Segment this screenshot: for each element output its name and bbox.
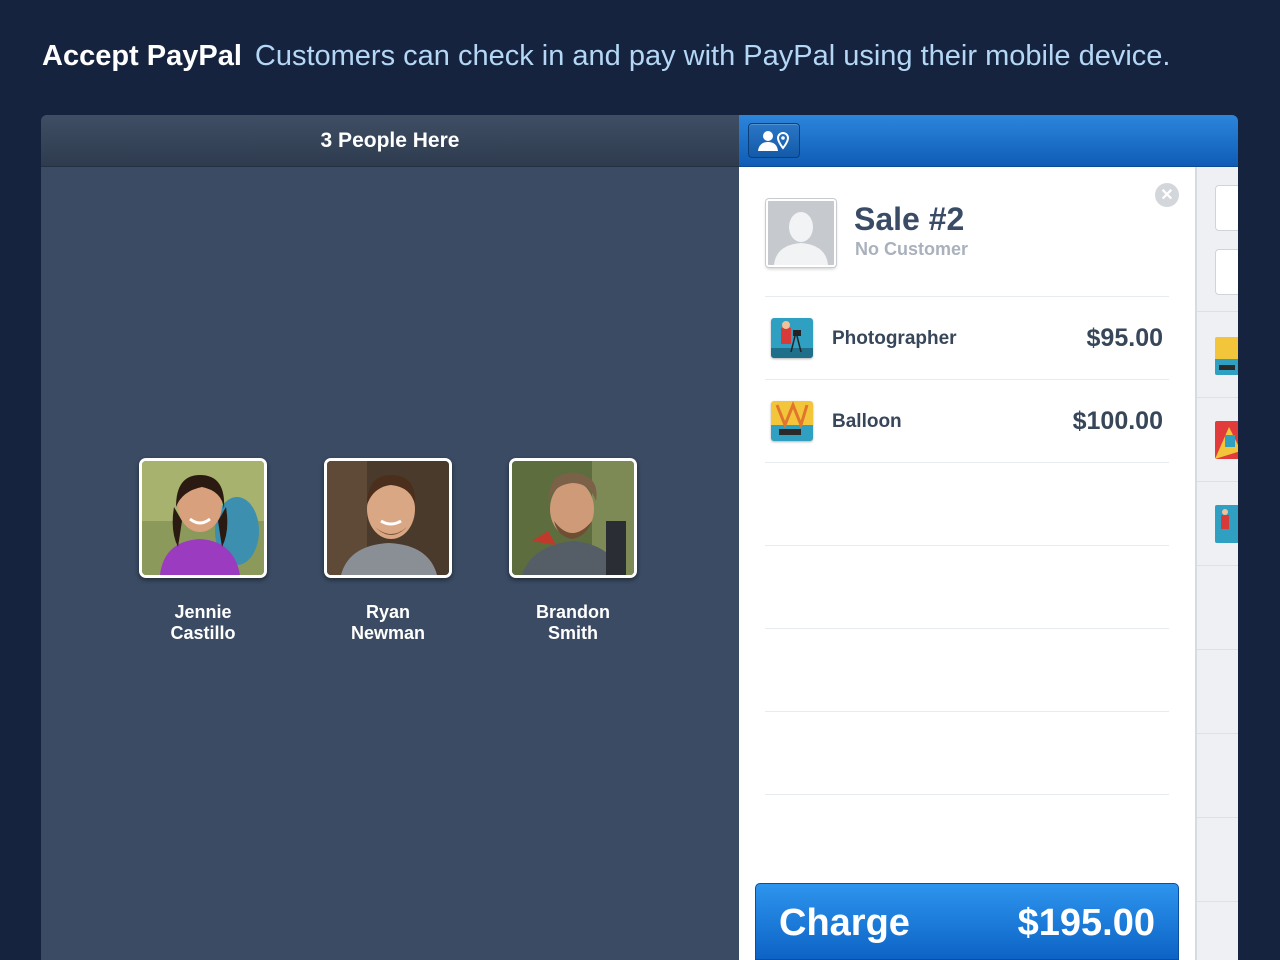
library-item-thumb[interactable] [1215,421,1238,459]
person-card-jennie[interactable]: Jennie Castillo [138,458,268,644]
divider [1197,397,1238,398]
divider [1197,649,1238,650]
photographer-item-icon [771,318,813,358]
headline: Accept PayPal Customers can check in and… [42,36,1170,76]
people-count-header: 3 People Here [41,115,739,167]
sale-line-item[interactable]: Balloon $100.00 [765,379,1169,463]
divider [1197,481,1238,482]
person-card-brandon[interactable]: Brandon Smith [508,458,638,644]
headline-title: Accept PayPal [42,39,242,72]
divider [1197,565,1238,566]
checkin-toggle-button[interactable] [748,123,800,158]
person-photo-image [327,461,449,575]
library-item-thumb[interactable] [1215,337,1238,375]
sale-toolbar [739,115,1238,167]
empty-line-row [765,711,1169,795]
person-photo [509,458,637,578]
item-name: Photographer [832,328,957,349]
item-name: Balloon [832,411,902,432]
divider [1197,817,1238,818]
person-location-icon [758,130,790,151]
category-button[interactable] [1215,185,1238,231]
charge-button[interactable]: Charge $195.00 [755,883,1179,960]
divider [1197,733,1238,734]
empty-line-row [765,462,1169,546]
close-icon[interactable]: ✕ [1155,183,1179,207]
person-name: Brandon Smith [536,602,610,643]
library-item-thumb[interactable] [1215,505,1238,543]
empty-line-row [765,545,1169,629]
person-photo [139,458,267,578]
default-avatar-icon [768,201,834,265]
divider [1197,901,1238,902]
empty-line-row [765,628,1169,712]
item-price: $100.00 [1072,407,1163,435]
person-photo-image [512,461,634,575]
search-box[interactable] [1215,249,1238,295]
people-count-label: 3 People Here [320,128,460,152]
person-photo-image [142,461,264,575]
charge-amount: $195.00 [1017,902,1155,944]
balloon-item-icon [771,401,813,441]
headline-subtitle: Customers can check in and pay with PayP… [254,39,1171,72]
divider [1197,311,1238,312]
person-name: Jennie Castillo [170,602,236,643]
person-name: Ryan Newman [350,602,426,643]
customer-avatar[interactable] [766,199,836,267]
charge-label: Charge [779,902,910,944]
ipad-app-screen: 3 People Here Jennie Castillo Ryan Newma… [41,115,1238,960]
item-library-strip [1195,167,1238,960]
sale-customer[interactable]: No Customer [855,239,968,260]
empty-line-row [765,794,1169,855]
item-price: $95.00 [1086,324,1163,352]
person-photo [324,458,452,578]
person-card-ryan[interactable]: Ryan Newman [323,458,453,644]
sale-panel: Sale #2 No Customer ✕ Photographer $95.0… [739,167,1195,960]
checked-in-people-pane: 3 People Here Jennie Castillo Ryan Newma… [41,115,739,960]
sale-title: Sale #2 [854,201,965,237]
sale-line-item[interactable]: Photographer $95.00 [765,296,1169,380]
